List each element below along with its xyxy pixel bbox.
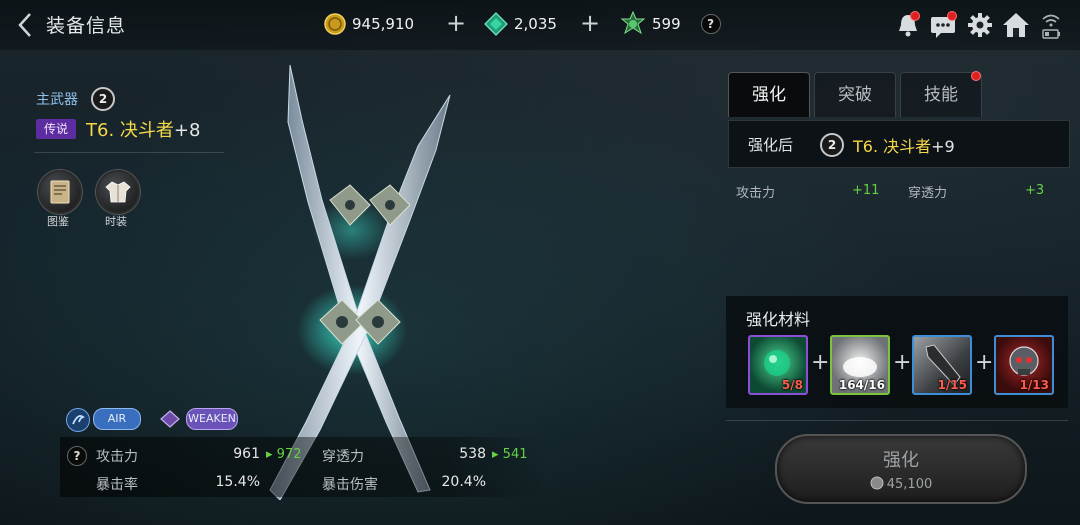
result-label: 强化后 [748,136,794,154]
air-tag: AIR [93,408,141,430]
material-plus-1: + [811,350,830,375]
codex-label: 图鉴 [47,215,69,228]
settings-button[interactable] [965,10,995,40]
enhance-button[interactable]: 强化 45,100 [775,434,1027,504]
gold-coin-icon [324,13,346,35]
material-1-count: 5/8 [781,378,803,392]
weaken-tag: WEAKEN [186,408,238,430]
gem-amount: 2,035 [514,15,557,33]
home-icon [1003,13,1029,37]
currency-help-icon[interactable]: ? [700,14,721,34]
enhance-cost: 45,100 [777,476,1025,492]
pierce-label: 穿透力 [322,449,364,465]
material-slot-1[interactable]: 5/8 [748,335,808,395]
materials-title: 强化材料 [746,310,811,329]
result-grade-badge: 2 [820,133,844,157]
tab-skill-label: 技能 [924,85,958,105]
result-enhance-level: +9 [931,137,955,156]
material-slot-3[interactable]: 1/15 [912,335,972,395]
page-title: 装备信息 [46,15,127,37]
material-slot-2[interactable]: 164/16 [830,335,890,395]
wifi-battery-icon [1042,14,1060,39]
gold-currency: 945,910 [324,11,414,37]
result-name-text: T6. 决斗者 [853,137,932,156]
pierce-next-value: ▸ 541 [492,447,528,462]
green-gem-icon [484,12,508,36]
notification-button[interactable] [893,10,923,40]
slot-label: 主武器 [36,92,78,108]
tab-skill-badge [971,71,981,81]
crit-damage-label: 暴击伤害 [322,477,378,493]
material-3-count: 1/15 [937,378,967,392]
add-gold-button[interactable]: + [444,11,468,36]
item-name-text: T6. 决斗者 [86,120,174,141]
result-pierce-gain: +3 [1025,183,1045,198]
material-plus-2: + [893,350,912,375]
attack-label: 攻击力 [96,449,138,465]
costume-button[interactable] [96,170,140,214]
air-type-icon [66,408,90,432]
stats-help-icon[interactable]: ? [67,446,87,466]
gem-currency: 2,035 [484,11,557,37]
back-button[interactable] [14,10,38,40]
pierce-next-number: 541 [502,447,528,462]
add-gem-button[interactable]: + [578,11,602,36]
token-amount: 599 [652,15,681,33]
item-enhance-level: +8 [173,120,201,141]
chat-button[interactable] [929,10,959,40]
home-button[interactable] [1001,10,1031,40]
material-2-count: 164/16 [838,378,885,392]
tab-breakthrough[interactable]: 突破 [814,72,896,117]
attack-value: 961 [233,446,260,462]
attack-next-number: 972 [276,447,302,462]
chevron-left-icon [18,13,31,37]
tab-skill[interactable]: 技能 [900,71,982,117]
rarity-tag: 传说 [36,119,76,139]
codex-icon [50,180,70,204]
divider [726,420,1068,421]
weaken-icon [160,410,180,428]
token-currency: 599 ? [620,11,721,37]
crit-damage-value: 20.4% [441,474,486,490]
material-4-count: 1/13 [1019,378,1049,392]
enhance-button-label: 强化 [883,450,919,471]
pierce-value: 538 [459,446,486,462]
gold-amount: 945,910 [352,15,415,33]
costume-icon [105,181,131,203]
enhance-cost-value: 45,100 [886,477,933,492]
weapon-artwork [269,64,451,500]
equipment-screen: 装备信息 945,910 + 2,035 + 599 ? 主武器 2 传说 T6… [0,0,1080,525]
codex-button[interactable] [38,170,82,214]
result-attack-label: 攻击力 [736,186,776,201]
notification-badge [910,11,920,21]
result-item-name: T6. 决斗者+9 [853,133,955,157]
costume-label: 时装 [105,215,127,228]
grade-badge: 2 [91,87,115,111]
air-swirl-icon [72,415,85,425]
green-token-icon [620,11,646,35]
top-bar: 装备信息 945,910 + 2,035 + 599 ? [0,0,1080,50]
attack-next-value: ▸ 972 [266,447,302,462]
material-plus-3: + [975,350,994,375]
gear-icon [968,13,992,37]
crit-rate-value: 15.4% [215,474,260,490]
tab-enhance[interactable]: 强化 [728,72,810,117]
chat-badge [947,11,957,21]
result-pierce-label: 穿透力 [908,186,948,201]
crit-rate-label: 暴击率 [96,477,138,493]
weaken-type-icon [159,408,181,430]
divider [34,152,224,153]
status-indicator [1040,10,1062,40]
item-name: T6. 决斗者+8 [86,116,200,142]
result-attack-gain: +11 [852,183,880,198]
gold-coin-icon [870,476,884,490]
material-slot-4[interactable]: 1/13 [994,335,1054,395]
